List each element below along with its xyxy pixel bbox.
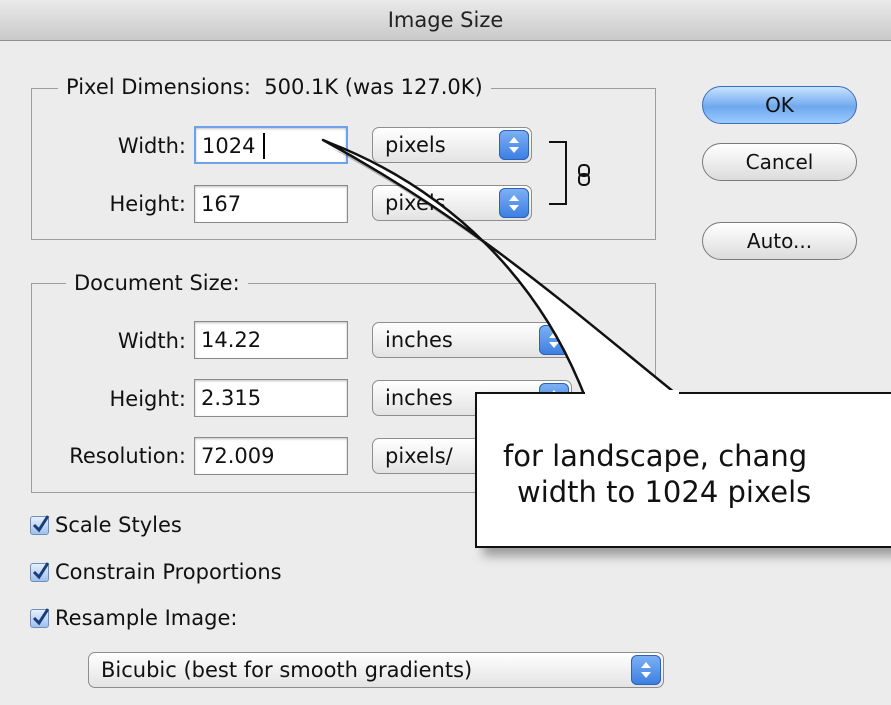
callout-line-2: width to 1024 pixels	[517, 475, 812, 509]
callout-line-1: for landscape, chang	[503, 439, 808, 473]
tip-callout: for landscape, chang width to 1024 pixel…	[475, 392, 891, 548]
callout-pointer-joint	[585, 390, 679, 396]
callout-pointer	[321, 138, 688, 405]
